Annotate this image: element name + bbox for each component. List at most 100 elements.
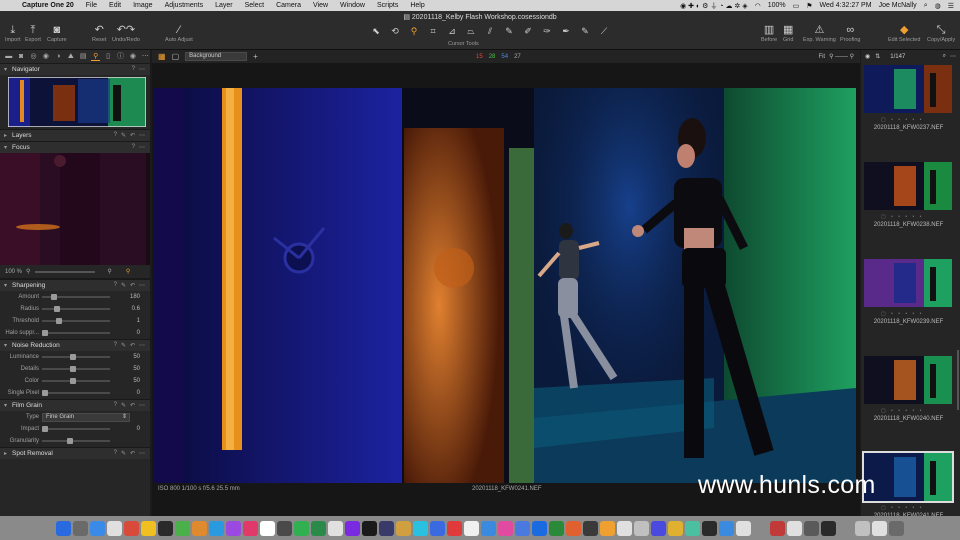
flag-icon[interactable]: ⚑: [806, 2, 812, 10]
help-icon[interactable]: ?: [114, 282, 117, 289]
menu-camera[interactable]: Camera: [270, 2, 307, 9]
search-icon[interactable]: ⌕: [943, 53, 946, 60]
itunes-icon[interactable]: [226, 520, 241, 536]
help-icon[interactable]: ?: [114, 402, 117, 409]
status-icons[interactable]: ◉ ✚ ◐ ⚙ ⏚ ◔ ☁ ✲ ◈: [680, 1, 748, 11]
trash-icon[interactable]: [889, 520, 904, 536]
more-icon[interactable]: ⋯: [139, 402, 145, 409]
app6-icon[interactable]: [770, 520, 785, 536]
help-icon[interactable]: ?: [114, 450, 117, 457]
preview-icon[interactable]: [107, 520, 122, 536]
books-icon[interactable]: [634, 520, 649, 536]
thumbnail[interactable]: [864, 162, 952, 210]
clock[interactable]: Wed 4:32:27 PM: [820, 2, 872, 9]
thumbnail[interactable]: [864, 356, 952, 404]
chrome-icon[interactable]: [396, 520, 411, 536]
calendar-icon[interactable]: [124, 520, 139, 536]
slider-track[interactable]: [42, 318, 110, 324]
rating-stars[interactable]: ▢ • • • • •: [881, 214, 923, 220]
slider-knob[interactable]: [42, 426, 48, 432]
finder2-icon[interactable]: [651, 520, 666, 536]
blue-count[interactable]: 54: [501, 54, 508, 60]
slider-value[interactable]: 0: [110, 330, 140, 336]
lightroom-icon[interactable]: [430, 520, 445, 536]
slider-value[interactable]: 180: [110, 294, 140, 300]
siri-icon[interactable]: ◍: [935, 2, 941, 10]
slider-knob[interactable]: [55, 318, 62, 324]
keynote-icon[interactable]: [515, 520, 530, 536]
pages-icon[interactable]: [600, 520, 615, 536]
slider-track[interactable]: [42, 438, 110, 444]
zoom-in-icon[interactable]: ⚲: [107, 268, 111, 275]
rating-stars[interactable]: ▢ • • • • •: [881, 117, 923, 123]
app9-icon[interactable]: [821, 520, 836, 536]
metadata-tab-icon[interactable]: ▯: [103, 52, 112, 61]
focus-zoom-value[interactable]: 100 %: [5, 269, 22, 275]
app2-icon[interactable]: [702, 520, 717, 536]
slider-track[interactable]: [42, 354, 110, 360]
photos-icon[interactable]: [192, 520, 207, 536]
export-button[interactable]: ⤒ Export: [25, 24, 41, 43]
notes-icon[interactable]: [141, 520, 156, 536]
slider-track[interactable]: [42, 378, 110, 384]
crop-tool-icon[interactable]: ⌗: [425, 25, 441, 37]
rating-stars[interactable]: ▢ • • • • •: [881, 408, 923, 414]
settings-icon[interactable]: [277, 520, 292, 536]
contacts-icon[interactable]: [260, 520, 275, 536]
facetime-icon[interactable]: [311, 520, 326, 536]
help-icon[interactable]: ?: [114, 342, 117, 349]
rating-stars[interactable]: ▢ • • • • •: [881, 505, 923, 511]
spot-tool-icon[interactable]: ✒: [558, 25, 574, 37]
menu-select[interactable]: Select: [239, 2, 270, 9]
menu-image[interactable]: Image: [127, 2, 158, 9]
menu-adjustments[interactable]: Adjustments: [159, 2, 210, 9]
reset-icon[interactable]: ↶: [130, 402, 135, 409]
slider-knob[interactable]: [69, 366, 76, 372]
sharpening-header[interactable]: ▾ Sharpening? ✎ ↶ ⋯: [0, 279, 150, 291]
more-tabs-icon[interactable]: ⋯: [141, 52, 150, 61]
app11-icon[interactable]: [855, 520, 870, 536]
slider-track[interactable]: [42, 330, 110, 336]
eraser-tool-icon[interactable]: ✐: [520, 25, 536, 37]
reset-icon[interactable]: ↶: [130, 450, 135, 457]
focus-preview[interactable]: [0, 153, 150, 265]
pan-tool-icon[interactable]: ⬉: [368, 25, 384, 37]
folder-icon[interactable]: [668, 520, 683, 536]
grid-view-icon[interactable]: ▦: [158, 52, 166, 61]
word-icon[interactable]: [583, 520, 598, 536]
search-icon[interactable]: ⌕: [924, 2, 928, 10]
color-tab-icon[interactable]: ◉: [41, 52, 50, 61]
edit-icon[interactable]: ✎: [121, 450, 126, 457]
keystone-tool-icon[interactable]: ⏢: [463, 25, 479, 37]
edit-icon[interactable]: ✎: [121, 282, 126, 289]
focus-loupe-icon[interactable]: ⚲: [126, 268, 130, 275]
edit-icon[interactable]: ✎: [121, 402, 126, 409]
auto-adjust-button[interactable]: ⁄ Auto Adjust: [165, 24, 193, 43]
import-button[interactable]: ⤓ Import: [5, 24, 21, 43]
capture-tab-icon[interactable]: ◙: [16, 52, 25, 61]
navigator-preview[interactable]: [0, 75, 150, 129]
slider-knob[interactable]: [66, 438, 73, 444]
info-tab-icon[interactable]: ⓘ: [116, 52, 125, 61]
straighten-tool-icon[interactable]: ⊿: [444, 25, 460, 37]
maps-icon[interactable]: [294, 520, 309, 536]
edit-icon[interactable]: ✎: [121, 342, 126, 349]
wifi-icon[interactable]: ◠: [755, 2, 761, 10]
finder-icon[interactable]: [56, 520, 71, 536]
before-button[interactable]: ▥ Before: [761, 24, 777, 43]
zoom-out-icon[interactable]: ⚲: [26, 268, 30, 275]
skype-icon[interactable]: [413, 520, 428, 536]
capture-one-icon[interactable]: [362, 520, 377, 536]
film-grain-header[interactable]: ▾ Film Grain? ✎ ↶ ⋯: [0, 399, 150, 411]
thumbnail[interactable]: [862, 451, 954, 503]
menu-view[interactable]: View: [307, 2, 334, 9]
slider-knob[interactable]: [54, 306, 61, 312]
undo-redo-button[interactable]: ↶↷ Undo/Redo: [112, 24, 140, 43]
layer-select[interactable]: Background: [185, 52, 248, 61]
slider-value[interactable]: 50: [110, 378, 140, 384]
menu-layer[interactable]: Layer: [209, 2, 239, 9]
zoom-fit[interactable]: Fit: [818, 54, 825, 60]
app4-icon[interactable]: [736, 520, 751, 536]
single-view-icon[interactable]: ▢: [172, 52, 180, 61]
app8-icon[interactable]: [804, 520, 819, 536]
